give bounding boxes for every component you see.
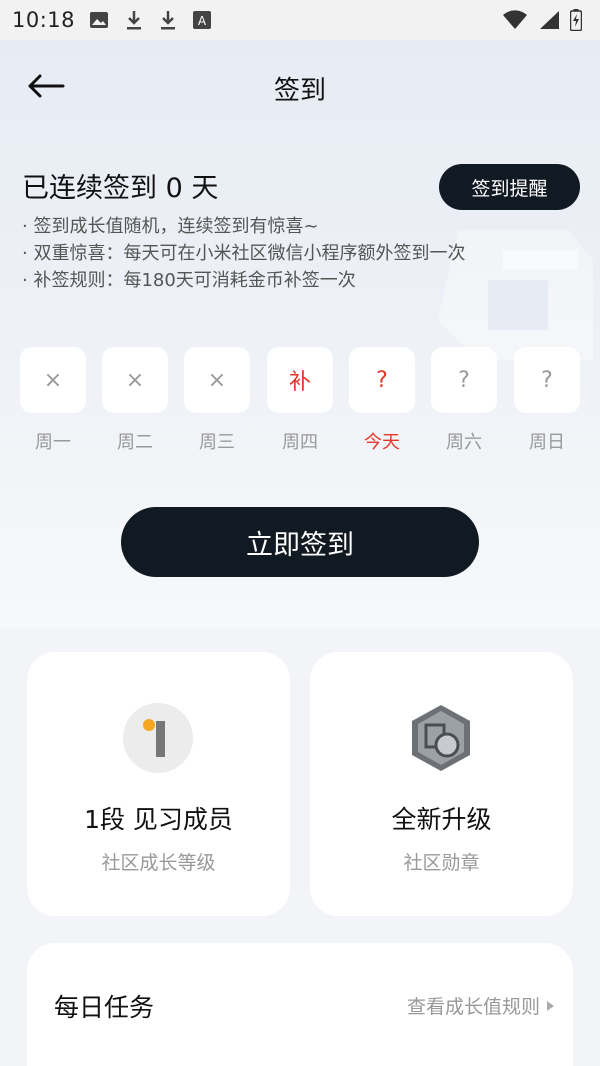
caret-right-icon (547, 1000, 554, 1011)
sign-in-rules: · 签到成长值随机，连续签到有惊喜~ · 双重惊喜：每天可在小米社区微信小程序额… (22, 213, 465, 294)
day-status: ? (349, 347, 415, 413)
rule-line: · 签到成长值随机，连续签到有惊喜~ (22, 216, 319, 237)
day-status: × (184, 347, 250, 413)
sign-in-reminder-button[interactable]: 签到提醒 (439, 164, 580, 210)
battery-icon (570, 9, 582, 31)
badge-title: 全新升级 (391, 805, 492, 834)
day-today: ? 今天 (349, 347, 415, 454)
day-status: × (20, 347, 86, 413)
growth-rules-link-label: 查看成长值规则 (406, 996, 540, 1018)
level-title: 1段 见习成员 (84, 805, 233, 834)
wifi-icon (503, 10, 527, 29)
day-status: ? (431, 347, 497, 413)
day-monday: × 周一 (20, 347, 86, 454)
download-icon (161, 11, 176, 30)
community-badge-card[interactable]: 全新升级 社区勋章 (310, 652, 573, 916)
day-status: × (102, 347, 168, 413)
day-label: 周三 (199, 432, 235, 453)
nav-bar: 签到 (0, 58, 600, 114)
day-label: 周日 (529, 432, 565, 453)
day-status: ? (514, 347, 580, 413)
status-bar: 10:18 A (0, 0, 600, 40)
sign-in-now-button[interactable]: 立即签到 (121, 507, 479, 577)
day-label: 周四 (282, 432, 318, 453)
community-level-card[interactable]: 1段 见习成员 社区成长等级 (27, 652, 290, 916)
gallery-icon (90, 12, 109, 28)
day-sunday: ? 周日 (514, 347, 580, 454)
daily-tasks-card: 每日任务 查看成长值规则 (27, 943, 573, 1066)
rule-line: · 补签规则：每180天可消耗金币补签一次 (22, 270, 356, 291)
day-tuesday: × 周二 (102, 347, 168, 454)
day-label: 周二 (117, 432, 153, 453)
rule-line: · 双重惊喜：每天可在小米社区微信小程序额外签到一次 (22, 243, 466, 264)
medal-icon (412, 705, 470, 771)
daily-tasks-title: 每日任务 (54, 993, 155, 1022)
day-saturday: ? 周六 (431, 347, 497, 454)
day-label: 周六 (446, 432, 482, 453)
day-thursday[interactable]: 补 周四 (267, 347, 333, 454)
signal-icon (540, 11, 559, 29)
growth-rules-link[interactable]: 查看成长值规则 (407, 992, 555, 1019)
day-label: 周一 (35, 432, 71, 453)
badge-subtitle: 社区勋章 (403, 852, 480, 874)
level-subtitle: 社区成长等级 (101, 852, 216, 874)
page-title: 签到 (273, 76, 326, 106)
makeup-sign-in-box[interactable]: 补 (267, 347, 333, 413)
download-icon (127, 11, 142, 30)
status-time: 10:18 (12, 8, 76, 32)
level-1-icon (123, 703, 193, 773)
svg-text:A: A (198, 14, 207, 28)
translate-icon: A (193, 11, 212, 29)
streak-title: 已连续签到 0 天 (22, 173, 219, 204)
day-label-today: 今天 (364, 432, 400, 453)
day-wednesday: × 周三 (184, 347, 250, 454)
